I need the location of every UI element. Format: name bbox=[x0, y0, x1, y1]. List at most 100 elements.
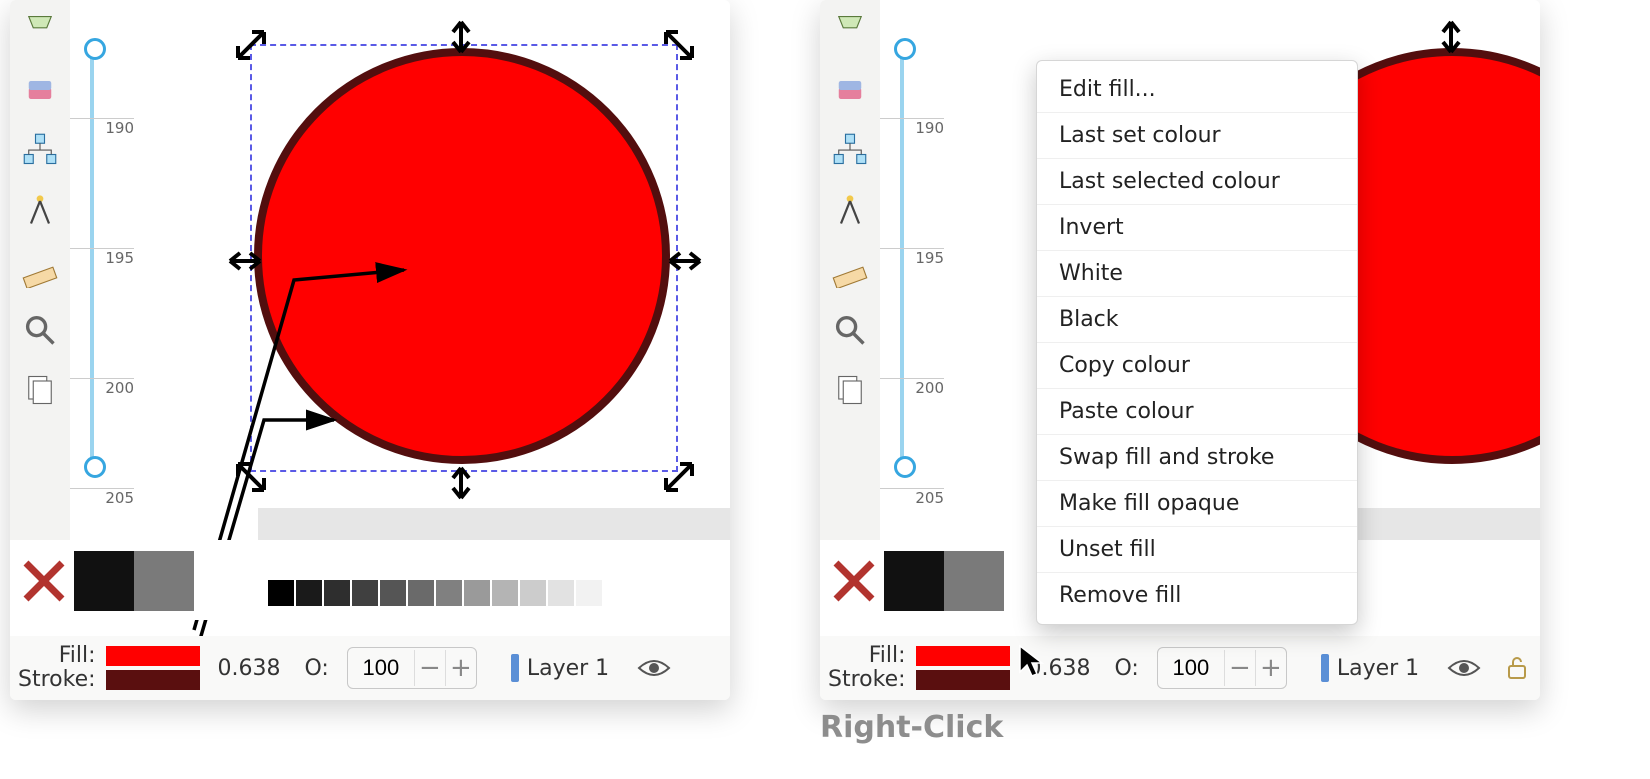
mini-swatch[interactable] bbox=[352, 580, 378, 606]
ctx-swap-fill-stroke[interactable]: Swap fill and stroke bbox=[1037, 435, 1357, 481]
stroke-width-value: 0.638 bbox=[218, 656, 281, 681]
diagram-tool[interactable] bbox=[820, 120, 880, 180]
ruler-tick: 200 bbox=[70, 378, 140, 397]
fill-chip[interactable] bbox=[106, 646, 200, 666]
stroke-chip[interactable] bbox=[916, 670, 1010, 690]
opacity-input[interactable] bbox=[348, 649, 414, 687]
mini-swatch[interactable] bbox=[464, 580, 490, 606]
ruler-tick: 205 bbox=[70, 488, 140, 507]
canvas[interactable] bbox=[134, 0, 730, 540]
scale-handle-nw[interactable] bbox=[234, 28, 268, 62]
ctx-copy-colour[interactable]: Copy colour bbox=[1037, 343, 1357, 389]
vertical-ruler: 190 195 200 205 bbox=[70, 0, 135, 540]
opacity-plus[interactable]: + bbox=[1255, 650, 1286, 686]
palette-swatch-grey[interactable] bbox=[944, 551, 1004, 611]
no-fill-swatch[interactable] bbox=[14, 551, 74, 611]
pages-tool[interactable] bbox=[820, 360, 880, 420]
scale-handle-w[interactable] bbox=[228, 244, 262, 278]
scale-handle-e[interactable] bbox=[668, 244, 702, 278]
compass-tool[interactable] bbox=[820, 180, 880, 240]
ruler-tool[interactable] bbox=[10, 240, 70, 300]
mini-swatch[interactable] bbox=[436, 580, 462, 606]
ctx-last-selected-colour[interactable]: Last selected colour bbox=[1037, 159, 1357, 205]
ruler-tick: 195 bbox=[880, 248, 950, 267]
mini-swatch[interactable] bbox=[576, 580, 602, 606]
fill-context-menu: Edit fill... Last set colour Last select… bbox=[1036, 60, 1358, 625]
ruler-tick: 200 bbox=[880, 378, 950, 397]
ctx-make-fill-opaque[interactable]: Make fill opaque bbox=[1037, 481, 1357, 527]
opacity-input[interactable] bbox=[1158, 649, 1224, 687]
color-palette bbox=[10, 540, 730, 620]
stroke-chip[interactable] bbox=[106, 670, 200, 690]
ruler-slider-top[interactable] bbox=[84, 38, 106, 60]
mini-swatch[interactable] bbox=[380, 580, 406, 606]
pages-tool[interactable] bbox=[10, 360, 70, 420]
vertical-ruler: 190 195 200 205 bbox=[880, 0, 945, 540]
mini-swatch[interactable] bbox=[492, 580, 518, 606]
stroke-label: Stroke: bbox=[18, 668, 96, 692]
ctx-black[interactable]: Black bbox=[1037, 297, 1357, 343]
ruler-slider-top[interactable] bbox=[894, 38, 916, 60]
fill-chip[interactable] bbox=[916, 646, 1010, 666]
diagram-tool[interactable] bbox=[10, 120, 70, 180]
opacity-plus[interactable]: + bbox=[445, 650, 476, 686]
ctx-remove-fill[interactable]: Remove fill bbox=[1037, 573, 1357, 618]
opacity-label: O: bbox=[305, 656, 329, 681]
opacity-minus[interactable]: − bbox=[1224, 650, 1255, 686]
paint-bucket-tool[interactable] bbox=[10, 0, 70, 60]
scale-handle-ne[interactable] bbox=[662, 28, 696, 62]
palette-swatch-black[interactable] bbox=[884, 551, 944, 611]
ctx-unset-fill[interactable]: Unset fill bbox=[1037, 527, 1357, 573]
ruler-tick: 205 bbox=[880, 488, 950, 507]
opacity-spinbox[interactable]: − + bbox=[347, 647, 477, 689]
ruler-tick: 195 bbox=[70, 248, 140, 267]
mini-palette bbox=[268, 580, 602, 606]
status-bar: Fill: Stroke: 0.638 O: − + Layer 1 bbox=[820, 636, 1540, 700]
mini-swatch[interactable] bbox=[296, 580, 322, 606]
status-bar: Fill: Stroke: 0.638 O: − + Layer 1 bbox=[10, 636, 730, 700]
layer-name[interactable]: Layer 1 bbox=[527, 656, 609, 681]
scale-handle-n[interactable] bbox=[444, 20, 478, 54]
no-fill-swatch[interactable] bbox=[824, 551, 884, 611]
compass-tool[interactable] bbox=[10, 180, 70, 240]
ctx-edit-fill[interactable]: Edit fill... bbox=[1037, 67, 1357, 113]
mini-swatch[interactable] bbox=[408, 580, 434, 606]
mini-swatch[interactable] bbox=[324, 580, 350, 606]
visibility-eye-icon[interactable] bbox=[1447, 654, 1481, 682]
mini-swatch[interactable] bbox=[520, 580, 546, 606]
eraser-tool[interactable] bbox=[820, 60, 880, 120]
toolbar bbox=[820, 0, 881, 540]
toolbar bbox=[10, 0, 71, 540]
mouse-cursor-icon bbox=[1016, 644, 1050, 678]
palette-swatch-black[interactable] bbox=[74, 551, 134, 611]
mini-swatch[interactable] bbox=[268, 580, 294, 606]
selected-circle-shape[interactable] bbox=[254, 48, 670, 464]
lock-icon[interactable] bbox=[1505, 654, 1529, 682]
ctx-paste-colour[interactable]: Paste colour bbox=[1037, 389, 1357, 435]
eraser-tool[interactable] bbox=[10, 60, 70, 120]
ruler-slider-bottom[interactable] bbox=[894, 456, 916, 478]
palette-swatch-grey[interactable] bbox=[134, 551, 194, 611]
ctx-white[interactable]: White bbox=[1037, 251, 1357, 297]
scale-handle-se[interactable] bbox=[662, 460, 696, 494]
layer-color-bar bbox=[1321, 654, 1329, 682]
scale-handle-n[interactable] bbox=[1434, 20, 1468, 54]
zoom-tool[interactable] bbox=[10, 300, 70, 360]
mini-swatch[interactable] bbox=[548, 580, 574, 606]
ruler-slider-bottom[interactable] bbox=[84, 456, 106, 478]
ruler-tool[interactable] bbox=[820, 240, 880, 300]
paint-bucket-tool[interactable] bbox=[820, 0, 880, 60]
opacity-spinbox[interactable]: − + bbox=[1157, 647, 1287, 689]
ctx-invert[interactable]: Invert bbox=[1037, 205, 1357, 251]
zoom-tool[interactable] bbox=[820, 300, 880, 360]
editor-panel-before: 190 195 200 205 bbox=[10, 0, 730, 700]
scale-handle-s[interactable] bbox=[444, 466, 478, 500]
visibility-eye-icon[interactable] bbox=[637, 654, 671, 682]
layer-name[interactable]: Layer 1 bbox=[1337, 656, 1419, 681]
opacity-label: O: bbox=[1115, 656, 1139, 681]
scale-handle-sw[interactable] bbox=[234, 460, 268, 494]
ctx-last-set-colour[interactable]: Last set colour bbox=[1037, 113, 1357, 159]
fill-label: Fill: bbox=[869, 644, 906, 668]
opacity-minus[interactable]: − bbox=[414, 650, 445, 686]
canvas-footer-strip bbox=[258, 508, 730, 540]
